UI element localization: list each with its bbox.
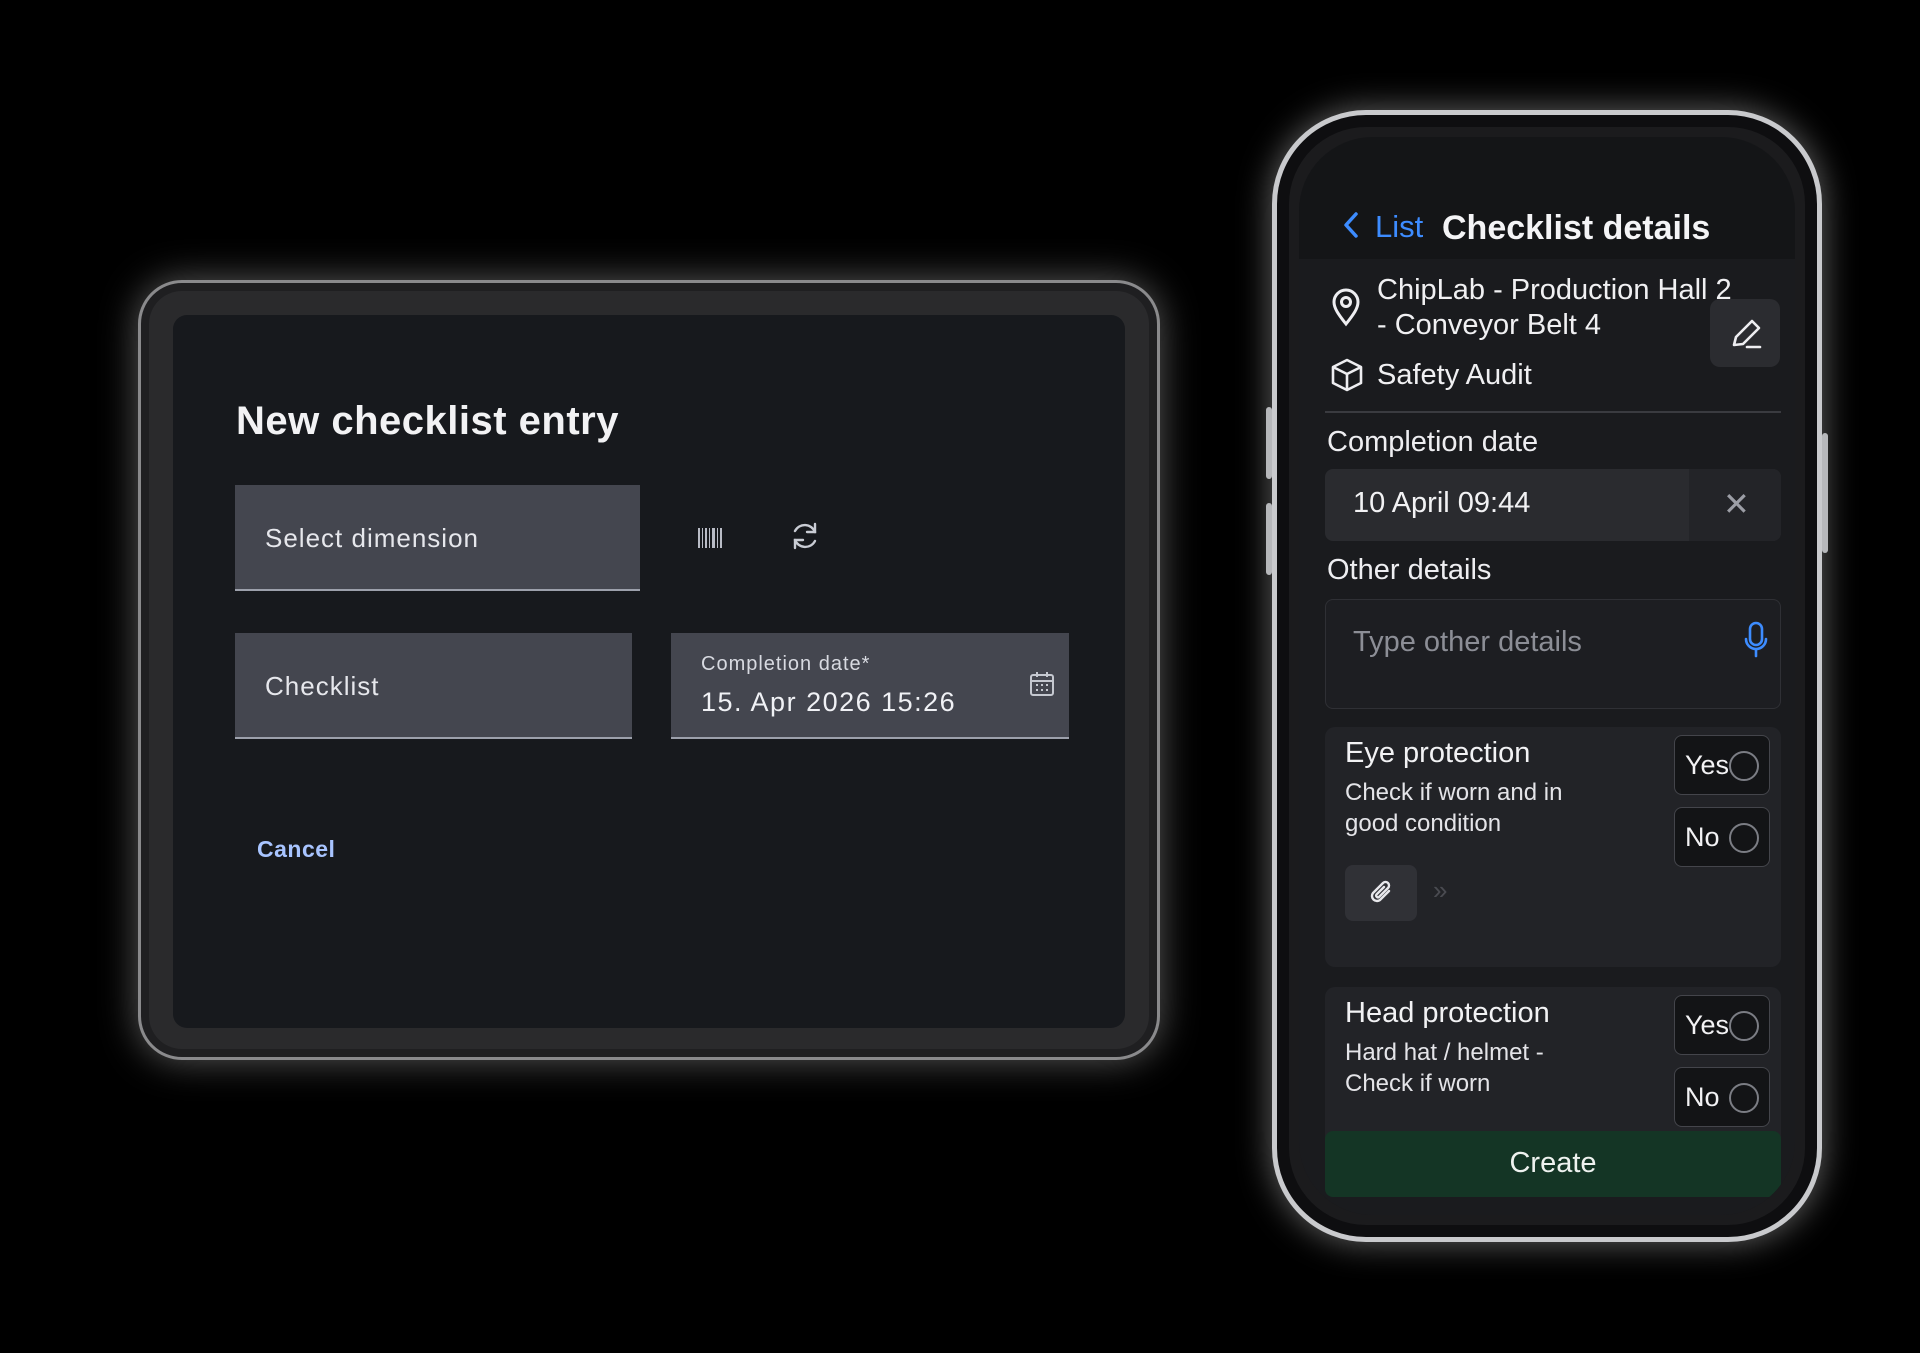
yes-option[interactable]: Yes <box>1674 995 1770 1055</box>
attach-button[interactable] <box>1345 865 1417 921</box>
create-button[interactable]: Create <box>1325 1131 1781 1197</box>
location-pin-icon <box>1332 288 1360 327</box>
no-label: No <box>1685 1082 1720 1112</box>
phone-side-button <box>1266 503 1272 575</box>
phone-power-button <box>1822 433 1828 553</box>
completion-date-label: Completion date* <box>701 653 871 675</box>
phone-screen: List Checklist details ChipLab - Product… <box>1299 137 1795 1215</box>
phone-side-button <box>1266 407 1272 479</box>
tablet-screen: New checklist entry Select dimension Che… <box>173 315 1125 1028</box>
paperclip-icon <box>1370 880 1391 903</box>
pencil-icon <box>1732 319 1762 349</box>
cube-icon <box>1331 358 1363 392</box>
page-title: Checklist details <box>1442 209 1711 247</box>
back-link[interactable]: List <box>1375 209 1423 245</box>
page-title: New checklist entry <box>236 399 619 443</box>
item-description: Hard hat / helmet - Check if worn <box>1345 1039 1544 1097</box>
barcode-icon[interactable] <box>694 521 728 555</box>
phone-device: List Checklist details ChipLab - Product… <box>1266 110 1828 1242</box>
other-details-label: Other details <box>1327 554 1492 586</box>
checklist-field[interactable]: Checklist <box>235 633 632 739</box>
tablet-device: New checklist entry Select dimension Che… <box>138 280 1160 1060</box>
other-details-placeholder: Type other details <box>1353 626 1582 658</box>
location-text: ChipLab - Production Hall 2 - Conveyor B… <box>1377 274 1732 341</box>
divider <box>1325 411 1781 413</box>
chevron-left-icon[interactable] <box>1341 211 1361 239</box>
completion-date-value: 10 April 09:44 <box>1353 487 1531 519</box>
no-option[interactable]: No <box>1674 1067 1770 1127</box>
item-description: Check if worn and in good condition <box>1345 779 1563 837</box>
completion-date-label: Completion date <box>1327 426 1539 458</box>
clear-date-button[interactable]: ✕ <box>1689 469 1781 541</box>
no-label: No <box>1685 822 1720 852</box>
completion-date-field[interactable]: Completion date* 15. Apr 2026 15:26 <box>671 633 1069 739</box>
microphone-icon[interactable] <box>1744 620 1768 660</box>
edit-button[interactable] <box>1710 299 1780 367</box>
cancel-button[interactable]: Cancel <box>257 836 335 863</box>
radio-circle-icon <box>1729 1011 1759 1041</box>
refresh-icon[interactable] <box>788 519 822 553</box>
select-dimension-placeholder: Select dimension <box>265 523 479 553</box>
other-details-input[interactable]: Type other details <box>1325 599 1781 709</box>
no-option[interactable]: No <box>1674 807 1770 867</box>
radio-circle-icon <box>1729 1083 1759 1113</box>
radio-circle-icon <box>1729 823 1759 853</box>
yes-option[interactable]: Yes <box>1674 735 1770 795</box>
item-title: Eye protection <box>1345 737 1531 769</box>
create-label: Create <box>1509 1147 1597 1179</box>
chevrons-right-icon[interactable]: » <box>1433 875 1447 906</box>
completion-date-value: 15. Apr 2026 15:26 <box>701 687 957 717</box>
calendar-icon[interactable] <box>1029 671 1055 697</box>
completion-date-field[interactable]: 10 April 09:44 ✕ <box>1325 469 1781 541</box>
close-icon: ✕ <box>1723 486 1750 522</box>
checklist-placeholder: Checklist <box>265 671 380 701</box>
select-dimension-field[interactable]: Select dimension <box>235 485 640 591</box>
radio-circle-icon <box>1729 751 1759 781</box>
yes-label: Yes <box>1685 750 1730 780</box>
item-title: Head protection <box>1345 997 1550 1029</box>
checklist-item-card: Eye protection Check if worn and in good… <box>1325 727 1781 967</box>
yes-label: Yes <box>1685 1010 1730 1040</box>
audit-type: Safety Audit <box>1377 359 1532 391</box>
